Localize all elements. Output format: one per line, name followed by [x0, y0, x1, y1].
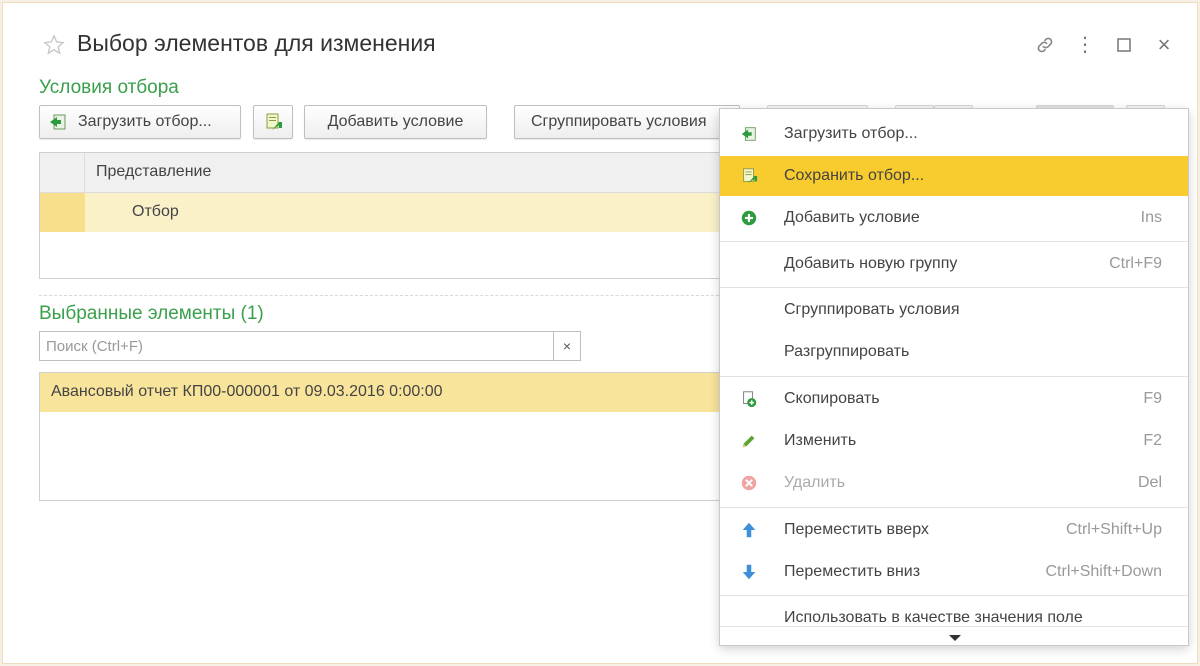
more-menu-icon[interactable]: ⋮ — [1073, 33, 1097, 57]
row-check-cell[interactable] — [40, 193, 85, 232]
menu-item-add-group[interactable]: Добавить новую группу Ctrl+F9 — [720, 244, 1188, 284]
search-input[interactable] — [39, 331, 554, 361]
add-condition-button[interactable]: Добавить условие — [304, 105, 487, 139]
load-filter-button[interactable]: Загрузить отбор... — [39, 105, 241, 139]
arrow-down-icon — [742, 564, 756, 580]
column-header-representation: Представление — [96, 163, 212, 180]
save-filter-icon — [743, 168, 758, 184]
menu-item-label: Изменить — [784, 432, 857, 449]
menu-item-save-filter[interactable]: Сохранить отбор... — [720, 156, 1188, 196]
menu-item-label: Загрузить отбор... — [784, 125, 918, 142]
menu-item-group-conditions[interactable]: Сгруппировать условия — [720, 290, 1188, 330]
arrow-up-icon — [742, 522, 756, 538]
menu-item-copy[interactable]: Скопировать F9 — [720, 379, 1188, 419]
menu-separator — [720, 595, 1188, 596]
pencil-icon — [742, 435, 755, 448]
conditions-section-title: Условия отбора — [39, 77, 179, 98]
menu-item-move-up[interactable]: Переместить вверх Ctrl+Shift+Up — [720, 510, 1188, 550]
delete-icon — [741, 475, 757, 491]
menu-item-move-down[interactable]: Переместить вниз Ctrl+Shift+Down — [720, 552, 1188, 592]
add-circle-icon — [741, 210, 757, 226]
section-divider — [39, 295, 729, 296]
menu-separator — [720, 287, 1188, 288]
menu-separator — [720, 626, 1188, 627]
menu-item-delete[interactable]: Удалить Del — [720, 463, 1188, 503]
menu-item-add-condition[interactable]: Добавить условие Ins — [720, 198, 1188, 238]
menu-separator — [720, 376, 1188, 377]
table-header: Представление — [40, 153, 738, 193]
menu-item-edit[interactable]: Изменить F2 — [720, 421, 1188, 461]
context-menu: Загрузить отбор... Сохранить отбор... До… — [719, 108, 1189, 646]
menu-item-label: Скопировать — [784, 390, 880, 407]
load-filter-icon — [50, 114, 66, 130]
menu-item-shortcut: F9 — [1143, 390, 1162, 407]
menu-item-label: Удалить — [784, 474, 846, 491]
load-filter-icon — [741, 127, 756, 141]
load-filter-label: Загрузить отбор... — [78, 113, 212, 130]
menu-item-label: Переместить вниз — [784, 563, 921, 580]
close-icon[interactable]: × — [1152, 32, 1176, 57]
menu-item-use-as-field-value[interactable]: Использовать в качестве значения поле — [720, 598, 1188, 638]
menu-item-shortcut: Ctrl+F9 — [1109, 255, 1162, 272]
list-item[interactable]: Авансовый отчет КП00-000001 от 09.03.201… — [40, 373, 738, 412]
menu-item-shortcut: Ctrl+Shift+Down — [1045, 563, 1163, 580]
maximize-icon[interactable] — [1112, 33, 1136, 57]
menu-separator — [720, 241, 1188, 242]
copy-icon — [743, 391, 757, 408]
link-icon[interactable] — [1033, 33, 1057, 57]
menu-item-label: Переместить вверх — [784, 521, 929, 538]
menu-item-ungroup[interactable]: Разгруппировать — [720, 332, 1188, 372]
menu-item-label: Добавить условие — [784, 209, 920, 226]
group-conditions-button[interactable]: Сгруппировать условия — [514, 105, 740, 139]
menu-item-shortcut: Ins — [1140, 209, 1162, 226]
dialog-window: Выбор элементов для изменения ⋮ × Услови… — [2, 2, 1198, 664]
clear-search-icon[interactable]: × — [553, 331, 581, 361]
scroll-down-arrow-icon[interactable] — [949, 635, 961, 641]
window-title: Выбор элементов для изменения — [77, 30, 436, 56]
selected-elements-list[interactable]: Авансовый отчет КП00-000001 от 09.03.201… — [39, 372, 739, 501]
menu-item-load-filter[interactable]: Загрузить отбор... — [720, 114, 1188, 154]
menu-item-label: Разгруппировать — [784, 343, 910, 360]
header-check-column — [40, 153, 85, 193]
selected-section-title: Выбранные элементы (1) — [39, 303, 264, 324]
conditions-table[interactable]: Представление Отбор — [39, 152, 739, 279]
save-filter-button[interactable] — [253, 105, 293, 139]
row-label: Отбор — [132, 203, 179, 220]
menu-separator — [720, 507, 1188, 508]
table-row[interactable]: Отбор — [40, 193, 738, 232]
menu-item-label: Сгруппировать условия — [784, 301, 960, 318]
save-filter-icon — [266, 113, 282, 130]
favorite-star-icon[interactable] — [43, 34, 65, 56]
list-item-label: Авансовый отчет КП00-000001 от 09.03.201… — [51, 383, 443, 400]
menu-item-shortcut: F2 — [1143, 432, 1162, 449]
menu-item-label: Использовать в качестве значения поле — [784, 609, 1083, 626]
menu-item-shortcut: Ctrl+Shift+Up — [1065, 521, 1162, 538]
menu-item-shortcut: Del — [1137, 474, 1162, 491]
menu-item-label: Сохранить отбор... — [784, 167, 925, 184]
menu-item-label: Добавить новую группу — [784, 255, 958, 272]
